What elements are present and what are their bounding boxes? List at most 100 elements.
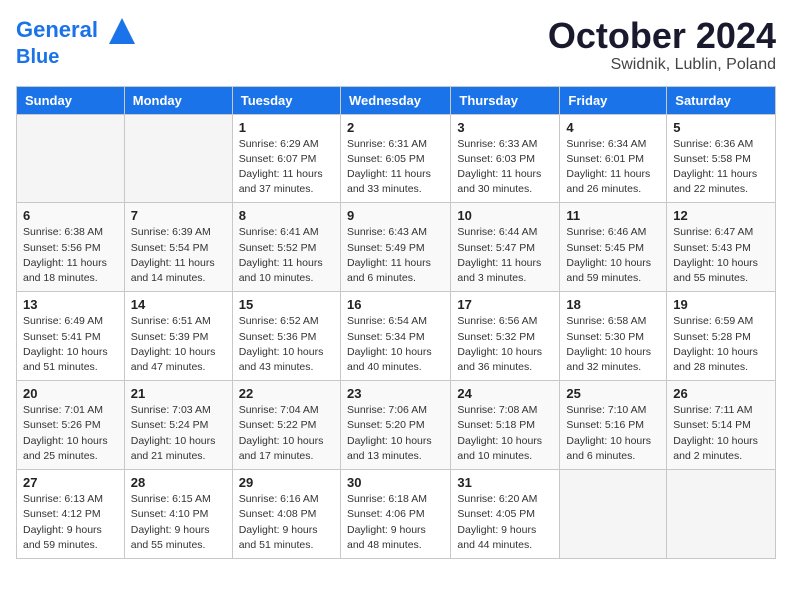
- calendar-cell: [124, 114, 232, 203]
- calendar-cell: 24 Sunrise: 7:08 AM Sunset: 5:18 PM Dayli…: [451, 381, 560, 470]
- day-number: 9: [347, 208, 444, 223]
- day-number: 30: [347, 475, 444, 490]
- calendar-cell: 17 Sunrise: 6:56 AM Sunset: 5:32 PM Dayli…: [451, 292, 560, 381]
- calendar-cell: 12 Sunrise: 6:47 AM Sunset: 5:43 PM Dayli…: [667, 203, 776, 292]
- day-detail: Sunrise: 6:15 AM Sunset: 4:10 PM Dayligh…: [131, 492, 226, 553]
- calendar-cell: 11 Sunrise: 6:46 AM Sunset: 5:45 PM Dayli…: [560, 203, 667, 292]
- day-detail: Sunrise: 7:08 AM Sunset: 5:18 PM Dayligh…: [457, 403, 553, 464]
- day-detail: Sunrise: 6:54 AM Sunset: 5:34 PM Dayligh…: [347, 314, 444, 375]
- day-detail: Sunrise: 6:16 AM Sunset: 4:08 PM Dayligh…: [239, 492, 334, 553]
- day-detail: Sunrise: 7:01 AM Sunset: 5:26 PM Dayligh…: [23, 403, 118, 464]
- day-number: 12: [673, 208, 769, 223]
- day-number: 16: [347, 297, 444, 312]
- location-text: Swidnik, Lublin, Poland: [548, 56, 776, 74]
- day-number: 3: [457, 120, 553, 135]
- calendar-cell: 6 Sunrise: 6:38 AM Sunset: 5:56 PM Daylig…: [17, 203, 125, 292]
- calendar-cell: 22 Sunrise: 7:04 AM Sunset: 5:22 PM Dayli…: [232, 381, 340, 470]
- calendar-cell: 28Sunrise: 6:15 AM Sunset: 4:10 PM Dayli…: [124, 470, 232, 559]
- calendar-cell: [560, 470, 667, 559]
- day-detail: Sunrise: 6:59 AM Sunset: 5:28 PM Dayligh…: [673, 314, 769, 375]
- day-number: 26: [673, 386, 769, 401]
- day-detail: Sunrise: 6:34 AM Sunset: 6:01 PM Dayligh…: [566, 137, 660, 198]
- day-number: 14: [131, 297, 226, 312]
- calendar-cell: 21Sunrise: 7:03 AM Sunset: 5:24 PM Dayli…: [124, 381, 232, 470]
- day-detail: Sunrise: 7:11 AM Sunset: 5:14 PM Dayligh…: [673, 403, 769, 464]
- day-detail: Sunrise: 6:46 AM Sunset: 5:45 PM Dayligh…: [566, 225, 660, 286]
- day-detail: Sunrise: 6:31 AM Sunset: 6:05 PM Dayligh…: [347, 137, 444, 198]
- day-detail: Sunrise: 6:18 AM Sunset: 4:06 PM Dayligh…: [347, 492, 444, 553]
- logo-text2: Blue: [16, 46, 137, 68]
- calendar-cell: 9 Sunrise: 6:43 AM Sunset: 5:49 PM Daylig…: [340, 203, 450, 292]
- calendar-cell: 29 Sunrise: 6:16 AM Sunset: 4:08 PM Dayli…: [232, 470, 340, 559]
- calendar-cell: 7 Sunrise: 6:39 AM Sunset: 5:54 PM Daylig…: [124, 203, 232, 292]
- calendar-week-4: 27 Sunrise: 6:13 AM Sunset: 4:12 PM Dayli…: [17, 470, 776, 559]
- calendar-week-1: 6 Sunrise: 6:38 AM Sunset: 5:56 PM Daylig…: [17, 203, 776, 292]
- calendar-week-2: 13Sunrise: 6:49 AM Sunset: 5:41 PM Dayli…: [17, 292, 776, 381]
- day-number: 31: [457, 475, 553, 490]
- calendar-cell: 8Sunrise: 6:41 AM Sunset: 5:52 PM Daylig…: [232, 203, 340, 292]
- day-number: 11: [566, 208, 660, 223]
- day-detail: Sunrise: 6:33 AM Sunset: 6:03 PM Dayligh…: [457, 137, 553, 198]
- logo-text: General: [16, 16, 137, 46]
- day-detail: Sunrise: 6:39 AM Sunset: 5:54 PM Dayligh…: [131, 225, 226, 286]
- calendar-cell: 3 Sunrise: 6:33 AM Sunset: 6:03 PM Daylig…: [451, 114, 560, 203]
- day-number: 21: [131, 386, 226, 401]
- day-detail: Sunrise: 6:13 AM Sunset: 4:12 PM Dayligh…: [23, 492, 118, 553]
- day-detail: Sunrise: 6:56 AM Sunset: 5:32 PM Dayligh…: [457, 314, 553, 375]
- page-header: General Blue October 2024 Swidnik, Lubli…: [16, 16, 776, 74]
- day-number: 7: [131, 208, 226, 223]
- day-detail: Sunrise: 6:43 AM Sunset: 5:49 PM Dayligh…: [347, 225, 444, 286]
- day-number: 10: [457, 208, 553, 223]
- day-detail: Sunrise: 6:36 AM Sunset: 5:58 PM Dayligh…: [673, 137, 769, 198]
- weekday-header-sunday: Sunday: [17, 86, 125, 114]
- day-number: 6: [23, 208, 118, 223]
- day-detail: Sunrise: 6:38 AM Sunset: 5:56 PM Dayligh…: [23, 225, 118, 286]
- day-detail: Sunrise: 7:04 AM Sunset: 5:22 PM Dayligh…: [239, 403, 334, 464]
- day-number: 4: [566, 120, 660, 135]
- weekday-header-thursday: Thursday: [451, 86, 560, 114]
- calendar-body: 1Sunrise: 6:29 AM Sunset: 6:07 PM Daylig…: [17, 114, 776, 558]
- day-detail: Sunrise: 6:58 AM Sunset: 5:30 PM Dayligh…: [566, 314, 660, 375]
- calendar-cell: [17, 114, 125, 203]
- day-number: 24: [457, 386, 553, 401]
- weekday-header-monday: Monday: [124, 86, 232, 114]
- day-detail: Sunrise: 7:06 AM Sunset: 5:20 PM Dayligh…: [347, 403, 444, 464]
- weekday-header-friday: Friday: [560, 86, 667, 114]
- day-number: 22: [239, 386, 334, 401]
- calendar-cell: 14Sunrise: 6:51 AM Sunset: 5:39 PM Dayli…: [124, 292, 232, 381]
- day-detail: Sunrise: 6:49 AM Sunset: 5:41 PM Dayligh…: [23, 314, 118, 375]
- weekday-header-tuesday: Tuesday: [232, 86, 340, 114]
- month-title: October 2024: [548, 16, 776, 56]
- day-number: 25: [566, 386, 660, 401]
- title-block: October 2024 Swidnik, Lublin, Poland: [548, 16, 776, 74]
- calendar-cell: 16 Sunrise: 6:54 AM Sunset: 5:34 PM Dayli…: [340, 292, 450, 381]
- day-number: 29: [239, 475, 334, 490]
- calendar-cell: 18 Sunrise: 6:58 AM Sunset: 5:30 PM Dayli…: [560, 292, 667, 381]
- calendar-cell: 13Sunrise: 6:49 AM Sunset: 5:41 PM Dayli…: [17, 292, 125, 381]
- calendar-week-3: 20Sunrise: 7:01 AM Sunset: 5:26 PM Dayli…: [17, 381, 776, 470]
- day-detail: Sunrise: 6:47 AM Sunset: 5:43 PM Dayligh…: [673, 225, 769, 286]
- calendar-week-0: 1Sunrise: 6:29 AM Sunset: 6:07 PM Daylig…: [17, 114, 776, 203]
- weekday-header-wednesday: Wednesday: [340, 86, 450, 114]
- day-number: 17: [457, 297, 553, 312]
- weekday-header-saturday: Saturday: [667, 86, 776, 114]
- calendar-cell: 31Sunrise: 6:20 AM Sunset: 4:05 PM Dayli…: [451, 470, 560, 559]
- day-detail: Sunrise: 6:29 AM Sunset: 6:07 PM Dayligh…: [239, 137, 334, 198]
- calendar-cell: 23Sunrise: 7:06 AM Sunset: 5:20 PM Dayli…: [340, 381, 450, 470]
- calendar-cell: 15Sunrise: 6:52 AM Sunset: 5:36 PM Dayli…: [232, 292, 340, 381]
- calendar-cell: 5Sunrise: 6:36 AM Sunset: 5:58 PM Daylig…: [667, 114, 776, 203]
- day-number: 27: [23, 475, 118, 490]
- calendar-cell: 4 Sunrise: 6:34 AM Sunset: 6:01 PM Daylig…: [560, 114, 667, 203]
- calendar-cell: 10 Sunrise: 6:44 AM Sunset: 5:47 PM Dayli…: [451, 203, 560, 292]
- calendar-cell: [667, 470, 776, 559]
- calendar-cell: 20Sunrise: 7:01 AM Sunset: 5:26 PM Dayli…: [17, 381, 125, 470]
- day-number: 8: [239, 208, 334, 223]
- day-detail: Sunrise: 6:44 AM Sunset: 5:47 PM Dayligh…: [457, 225, 553, 286]
- calendar-cell: 27 Sunrise: 6:13 AM Sunset: 4:12 PM Dayli…: [17, 470, 125, 559]
- day-number: 18: [566, 297, 660, 312]
- day-detail: Sunrise: 6:52 AM Sunset: 5:36 PM Dayligh…: [239, 314, 334, 375]
- calendar-cell: 1Sunrise: 6:29 AM Sunset: 6:07 PM Daylig…: [232, 114, 340, 203]
- calendar-header-row: SundayMondayTuesdayWednesdayThursdayFrid…: [17, 86, 776, 114]
- calendar-cell: 25Sunrise: 7:10 AM Sunset: 5:16 PM Dayli…: [560, 381, 667, 470]
- logo: General Blue: [16, 16, 137, 68]
